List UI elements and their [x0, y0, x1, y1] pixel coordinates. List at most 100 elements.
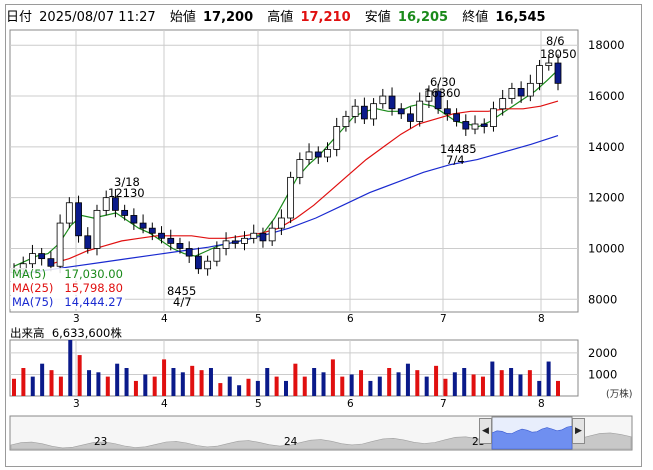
- candle-down: [148, 227, 156, 234]
- volume-title: 出来高: [10, 326, 45, 340]
- candle-down: [185, 248, 193, 257]
- volume-bar: [265, 368, 270, 396]
- month-tick-label: 5: [255, 313, 262, 325]
- volume-bar: [527, 370, 532, 396]
- volume-tick-label: 2000: [588, 346, 617, 360]
- volume-bar: [537, 380, 542, 396]
- month-tick-label: 6: [347, 313, 354, 325]
- candle-up: [277, 217, 285, 229]
- volume-month-label: 8: [538, 398, 545, 410]
- candle-down: [176, 243, 184, 249]
- navigator-right-handle[interactable]: ▶: [572, 418, 585, 444]
- candle-up: [268, 227, 276, 242]
- volume-bar: [227, 376, 232, 396]
- candle-down: [84, 235, 92, 249]
- volume-bar: [58, 376, 63, 396]
- volume-bar: [77, 355, 82, 396]
- volume-bar: [284, 380, 288, 396]
- candle-up: [305, 151, 313, 160]
- annotation-date: 4/7: [173, 295, 192, 309]
- candle-up: [499, 98, 507, 110]
- ma75-label: MA(75): [12, 295, 54, 309]
- ma5-legend: MA(5) 17,030.00: [10, 268, 125, 281]
- annotation-value: 16360: [424, 86, 461, 100]
- volume-bar: [208, 368, 213, 396]
- annotation-value: 12130: [108, 186, 145, 200]
- month-tick-label: 7: [440, 313, 447, 325]
- price-tick-label: 8000: [588, 292, 617, 306]
- candle-up: [416, 100, 424, 122]
- candle-up: [471, 123, 479, 130]
- candle-down: [231, 240, 239, 244]
- volume-label: 出来高 6,633,600株: [10, 325, 122, 341]
- candle-up: [508, 88, 516, 99]
- volume-bar: [274, 376, 279, 396]
- price-tick-label: 12000: [588, 191, 625, 205]
- volume-month-label: 4: [161, 398, 168, 410]
- volume-bar: [490, 361, 495, 396]
- volume-unit: (万株): [606, 389, 633, 400]
- volume-bar: [349, 374, 354, 396]
- candle-up: [296, 159, 304, 178]
- volume-bar: [312, 368, 317, 396]
- candle-down: [407, 113, 414, 122]
- volume-bar: [556, 380, 560, 396]
- candle-up: [213, 248, 221, 262]
- volume-bar: [434, 365, 439, 396]
- volume-bar: [415, 370, 420, 396]
- volume-bar: [368, 380, 373, 396]
- candle-down: [443, 108, 451, 115]
- volume-bar: [518, 374, 523, 396]
- volume-bar: [68, 340, 73, 396]
- ma25-legend: MA(25) 15,798.80: [10, 282, 125, 295]
- volume-bar: [21, 368, 26, 396]
- triangle-right-icon: ▶: [575, 426, 582, 436]
- volume-bar: [293, 363, 298, 396]
- candle-down: [195, 255, 202, 270]
- volume-bar: [12, 378, 16, 396]
- volume-month-label: 6: [347, 398, 354, 410]
- ma25-label: MA(25): [12, 281, 54, 295]
- ma5-value: 17,030.00: [64, 267, 123, 281]
- volume-bar: [452, 372, 457, 396]
- volume-bar: [471, 374, 476, 396]
- navigator-year-label: 23: [94, 436, 107, 448]
- candle-down: [554, 62, 562, 84]
- price-tick-label: 14000: [588, 140, 625, 154]
- candle-down: [47, 258, 55, 267]
- candle-up: [342, 115, 350, 127]
- candle-up: [241, 237, 248, 244]
- volume-bar: [124, 368, 129, 396]
- candle-up: [333, 126, 341, 150]
- navigator-year-label: 24: [284, 436, 298, 448]
- ma75-legend: MA(75) 14,444.27: [10, 296, 125, 309]
- volume-bar: [359, 370, 364, 396]
- candle-up: [324, 149, 331, 158]
- volume-month-label: 7: [440, 398, 447, 410]
- candle-down: [462, 121, 470, 130]
- annotation-date: 7/4: [446, 153, 465, 167]
- candle-down: [259, 232, 267, 242]
- candle-down: [453, 113, 460, 122]
- volume-bar: [340, 376, 345, 396]
- candle-up: [536, 65, 543, 84]
- candle-up: [287, 176, 295, 219]
- candle-down: [314, 151, 322, 158]
- volume-bar: [199, 370, 204, 396]
- volume-bar: [443, 378, 448, 396]
- month-tick-label: 3: [73, 313, 80, 325]
- candle-up: [526, 82, 534, 97]
- ma25-value: 15,798.80: [64, 281, 123, 295]
- navigator-left-handle[interactable]: ◀: [479, 418, 492, 444]
- volume-bar: [462, 368, 467, 396]
- volume-bar: [87, 370, 92, 396]
- volume-bar: [49, 370, 54, 396]
- candle-down: [388, 95, 396, 110]
- candle-down: [75, 202, 82, 237]
- candle-up: [545, 62, 553, 66]
- price-tick-label: 16000: [588, 89, 625, 103]
- volume-bar: [499, 370, 504, 396]
- candle-down: [360, 105, 368, 120]
- ma5-label: MA(5): [12, 267, 47, 281]
- candle-up: [370, 103, 377, 120]
